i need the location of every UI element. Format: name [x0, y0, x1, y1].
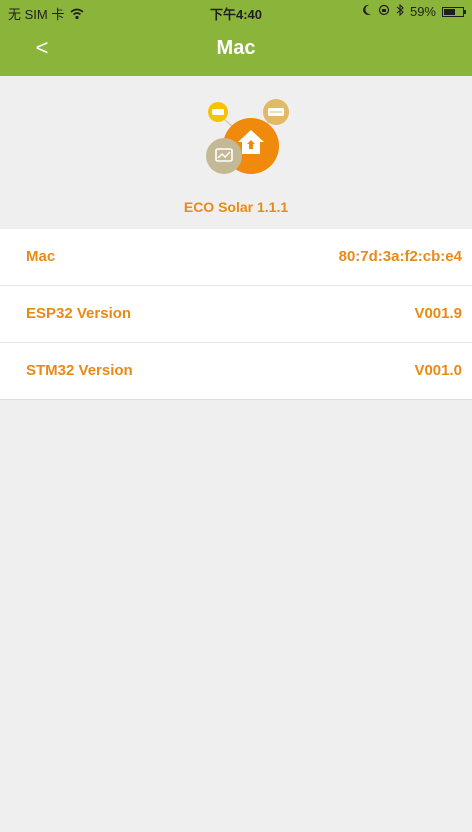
esp32-version-value: V001.9 — [414, 305, 462, 322]
eco-solar-logo-icon — [196, 86, 296, 182]
top-bar: 无 SIM 卡 下午4:40 59% < Mac — [0, 0, 472, 76]
esp32-version-label: ESP32 Version — [26, 305, 132, 322]
app-header: ECO Solar 1.1.1 — [0, 76, 472, 226]
mac-value: 80:7d:3a:f2:cb:e4 — [338, 248, 462, 265]
lock-rotation-icon — [378, 4, 390, 19]
app-name-version: ECO Solar 1.1.1 — [183, 199, 289, 215]
battery-fill — [444, 8, 455, 15]
battery-percent: 59% — [409, 4, 436, 19]
nav-bar: < Mac — [0, 24, 472, 76]
page-title: Mac — [216, 37, 256, 59]
device-info-list: Mac 80:7d:3a:f2:cb:e4 ESP32 Version V001… — [0, 229, 472, 400]
info-row-stm32-version: STM32 Version V001.0 — [0, 343, 472, 400]
info-row-mac: Mac 80:7d:3a:f2:cb:e4 — [0, 229, 472, 286]
stm32-version-label: STM32 Version — [26, 362, 133, 379]
mac-label: Mac — [26, 248, 56, 265]
screen: 无 SIM 卡 下午4:40 59% < Mac ECO Solar 1.1.1… — [0, 0, 472, 832]
stm32-version-value: V001.0 — [414, 362, 462, 379]
status-bar: 无 SIM 卡 下午4:40 59% — [0, 0, 472, 24]
bluetooth-icon — [396, 3, 404, 19]
battery-icon — [442, 6, 466, 17]
moon-icon — [362, 4, 372, 19]
info-row-esp32-version: ESP32 Version V001.9 — [0, 286, 472, 343]
status-right: 59% — [362, 3, 466, 19]
